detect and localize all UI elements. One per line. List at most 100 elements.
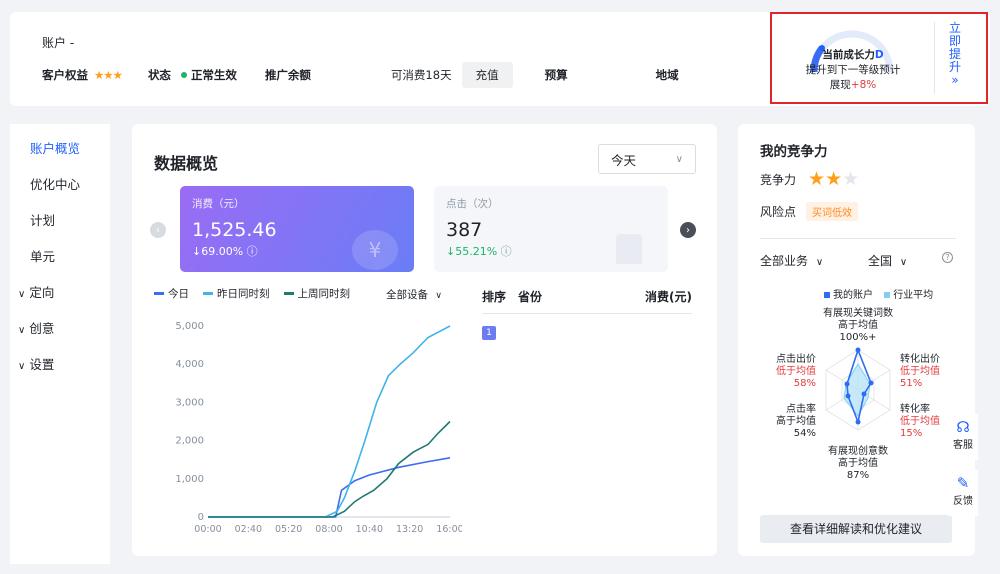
nav-targeting[interactable]: ∨ 定向: [18, 282, 54, 301]
nav-creative-label[interactable]: 创意: [29, 321, 54, 336]
info-icon[interactable]: ⓘ: [247, 245, 258, 258]
legend-mine: 我的账户: [833, 290, 873, 301]
metric-change: ↓55.21%: [446, 245, 498, 258]
metric-change: ↓69.00%: [192, 245, 244, 258]
legend-avg: 行业平均: [893, 290, 934, 301]
growth-text: 当前成长力D 提升到下一等级预计 展现+8%: [772, 48, 934, 93]
chevron-down-icon[interactable]: ∨: [18, 325, 25, 336]
nav-plan[interactable]: 计划: [30, 210, 55, 229]
chart-legend: 今日 昨日同时刻 上周同时刻: [154, 286, 364, 301]
rights-stars: ★★★: [94, 68, 123, 82]
metric-card-clicks[interactable]: 点击（次） 387 ↓55.21% ⓘ: [434, 186, 668, 272]
cost-col-header: 消费(元): [645, 290, 692, 304]
competition-card: 我的竞争力 竞争力 ★★★ 风险点 买词低效 全部业务 ∨ 全国 ∨ ? 我的账…: [738, 124, 975, 556]
budget-label[interactable]: 预算: [545, 67, 568, 83]
y-tick-label: 5,000: [175, 321, 204, 332]
growth-panel: 当前成长力D 提升到下一等级预计 展现+8% 立即提升 »: [770, 12, 988, 104]
chevron-down-icon[interactable]: ∨: [676, 154, 683, 165]
nav-settings[interactable]: ∨ 设置: [18, 354, 54, 373]
region-filter[interactable]: 全国 ∨: [868, 252, 907, 269]
radar-label-conv-bid: 转化出价 低于均值 51%: [900, 354, 940, 389]
feedback-button[interactable]: ✎ 反馈: [948, 470, 978, 516]
customer-service-button[interactable]: ☊ 客服: [948, 414, 978, 460]
consume-days: 可消费18天: [390, 68, 452, 82]
star-filled-icon: ★: [808, 168, 826, 190]
customer-service-label[interactable]: 客服: [953, 440, 973, 451]
nav-settings-label[interactable]: 设置: [29, 357, 54, 372]
business-filter[interactable]: 全部业务 ∨: [760, 252, 823, 269]
legend-label[interactable]: 昨日同时刻: [217, 286, 270, 301]
device-value[interactable]: 全部设备: [386, 289, 428, 301]
period-select[interactable]: 今天 ∨: [598, 144, 696, 174]
status-badge: 正常生效: [180, 67, 237, 83]
edit-icon[interactable]: ✎: [948, 474, 978, 492]
nav-account-overview[interactable]: 账户概览: [30, 138, 80, 157]
info-icon[interactable]: ⓘ: [501, 245, 512, 258]
competition-power-row: 竞争力 ★★★: [760, 168, 859, 190]
chevron-down-icon[interactable]: ∨: [18, 289, 25, 300]
risk-row: 风险点 买词低效: [760, 202, 859, 221]
chevron-down-icon[interactable]: ∨: [18, 361, 25, 372]
x-tick-label: 10:40: [356, 524, 383, 535]
status-value: 正常生效: [190, 68, 237, 82]
growth-level: D: [874, 49, 884, 61]
x-tick-label: 02:40: [235, 524, 262, 535]
power-label: 竞争力: [760, 172, 797, 187]
business-filter-value[interactable]: 全部业务: [760, 254, 808, 268]
nav-targeting-label[interactable]: 定向: [29, 285, 54, 300]
radar-label-click-bid: 点击出价 低于均值 58%: [776, 354, 816, 389]
legend-today[interactable]: 今日: [154, 286, 189, 301]
view-detail-button[interactable]: 查看详细解读和优化建议: [760, 515, 952, 543]
legend-avg-swatch: [884, 292, 891, 298]
y-tick-label: 3,000: [175, 397, 204, 408]
x-tick-label: 05:20: [275, 524, 302, 535]
legend-mine-swatch: [824, 292, 830, 298]
status-label: 状态: [147, 68, 171, 82]
upgrade-label[interactable]: 立即提升: [948, 22, 962, 74]
nav-optimization-center[interactable]: 优化中心: [30, 174, 80, 193]
growth-title: 当前成长力: [822, 49, 875, 61]
metric-label: 点击（次）: [446, 198, 499, 210]
prev-arrow-icon[interactable]: ‹: [150, 222, 166, 238]
period-value[interactable]: 今天: [611, 150, 636, 169]
yen-icon: ¥: [352, 230, 398, 270]
side-navigation: 账户概览 优化中心 计划 单元 ∨ 定向 ∨ 创意 ∨ 设置: [10, 124, 110, 564]
radar-label-ctr: 点击率 高于均值 54%: [776, 404, 816, 439]
recharge-button[interactable]: 充值: [461, 62, 513, 88]
nav-creative[interactable]: ∨ 创意: [18, 318, 54, 337]
growth-metric-value: +8%: [850, 79, 877, 91]
upgrade-now-link[interactable]: 立即提升 »: [948, 22, 962, 87]
legend-label[interactable]: 今日: [168, 286, 189, 301]
star-filled-icon: ★: [825, 168, 843, 190]
y-tick-label: 2,000: [175, 436, 204, 447]
nav-unit[interactable]: 单元: [30, 246, 55, 265]
device-select[interactable]: 全部设备 ∨: [386, 287, 442, 302]
headset-icon[interactable]: ☊: [948, 418, 978, 436]
risk-badge[interactable]: 买词低效: [806, 202, 859, 221]
y-tick-label: 0: [198, 512, 204, 523]
trend-chart: 0 1,000 2,000 3,000 4,000 5,000 00:00 02:40 05:2…: [175, 321, 462, 535]
rights-label: 客户权益: [42, 68, 88, 82]
region-label[interactable]: 地域: [656, 67, 679, 83]
next-arrow-icon[interactable]: ›: [680, 222, 696, 238]
legend-yesterday[interactable]: 昨日同时刻: [203, 286, 270, 301]
series-line-0: [208, 457, 451, 518]
region-filter-value[interactable]: 全国: [868, 254, 892, 268]
growth-metric: 展现: [829, 79, 851, 91]
pointer-hand-icon: [616, 234, 642, 264]
legend-label[interactable]: 上周同时刻: [298, 286, 351, 301]
rank-col-header: 排序: [482, 290, 507, 304]
radar-label-conv-rate: 转化率 低于均值 15%: [900, 404, 940, 439]
chevron-down-icon[interactable]: ∨: [816, 257, 823, 268]
chevron-down-icon[interactable]: ∨: [900, 257, 907, 268]
power-stars: ★★★: [808, 168, 859, 190]
status-dot-icon: [180, 72, 187, 78]
chevron-down-icon[interactable]: ∨: [435, 291, 442, 301]
metric-card-cost[interactable]: 消费（元） 1,525.46 ↓69.00% ⓘ ¥: [180, 186, 414, 272]
account-name: 账户 -: [42, 36, 75, 50]
growth-divider: [934, 22, 935, 94]
help-icon[interactable]: ?: [942, 252, 953, 263]
legend-last-week[interactable]: 上周同时刻: [283, 286, 351, 301]
double-chevron-icon[interactable]: »: [948, 74, 962, 87]
feedback-label[interactable]: 反馈: [953, 496, 973, 507]
